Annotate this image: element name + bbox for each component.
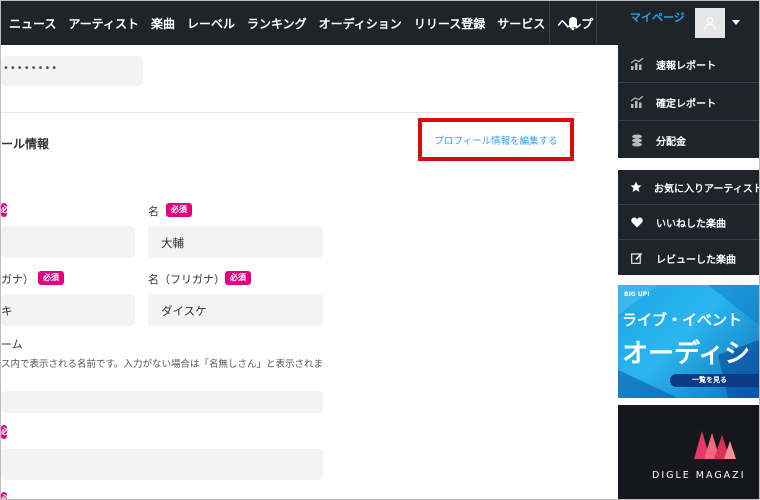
edit-icon [630,251,644,265]
first-kana-label: 名（フリガナ） [148,273,225,286]
magazine-text: DIGLE MAGAZI [652,470,746,481]
nav-labels[interactable]: レーベル [187,15,235,32]
required-badge: 必須 [225,271,251,285]
sidebar-item-reviewed-songs[interactable]: レビューした楽曲 [618,239,759,276]
required-badge: 必須 [1,203,7,217]
nav-audition[interactable]: オーディション [319,15,402,32]
password-value: •••••••• [3,63,59,74]
mypage-link[interactable]: マイページ [630,9,685,25]
sidebar-item-label: いいねした楽曲 [656,219,726,230]
nickname-input[interactable] [1,391,323,413]
sidebar-item-label: 確定レポート [656,98,716,110]
sidebar-item-label: 分配金 [656,136,686,148]
chevron-down-icon[interactable] [732,20,740,25]
nav-songs[interactable]: 楽曲 [151,15,175,32]
section-title: ール情報 [1,137,50,151]
sidebar-item-label: レビューした楽曲 [656,254,736,266]
nav-ranking[interactable]: ランキング [247,15,307,32]
edit-profile-highlight: プロフィール情報を編集する [418,118,574,161]
sidebar-item-label: お気に入りアーティスト [654,183,760,195]
last-name-input[interactable] [1,226,135,258]
sidebar-item-label: 速報レポート [656,60,716,72]
last-kana-input[interactable] [1,294,135,326]
nav-artists[interactable]: アーティスト [68,15,139,32]
required-badge: 必須 [1,425,7,439]
sidebar-reports: 速報レポート 確定レポート 分配金 [618,45,759,158]
sidebar-item-final-report[interactable]: 確定レポート [618,82,759,121]
sidebar-item-flash-report[interactable]: 速報レポート [618,45,759,83]
first-name-label: 名 [148,205,159,218]
sidebar-favorites: お気に入りアーティスト いいねした楽曲 レビューした楽曲 [618,170,759,275]
banner-tag: BIG UP! [624,291,650,298]
sidebar-item-distribution[interactable]: 分配金 [618,120,759,159]
nickname-label: ーム [1,338,23,351]
chart-icon [630,95,644,109]
star-icon [630,180,642,194]
coins-icon [630,133,644,147]
sidebar-item-favorite-artists[interactable]: お気に入りアーティスト [618,170,759,204]
nav-menu: ニュース アーティスト 楽曲 レーベル ランキング オーディション リリース登録… [9,1,593,45]
page: ニュース アーティスト 楽曲 レーベル ランキング オーディション リリース登録… [0,0,760,500]
chart-icon [630,57,644,71]
avatar[interactable] [695,8,725,38]
text-input[interactable] [1,449,323,480]
last-kana-value: キ [1,304,13,318]
top-nav: ニュース アーティスト 楽曲 レーベル ランキング オーディション リリース登録… [1,1,759,45]
sidebar-item-liked-songs[interactable]: いいねした楽曲 [618,204,759,240]
first-kana-value: ダイスケ [161,304,207,318]
first-name-value: 大輔 [161,236,184,250]
nav-release[interactable]: リリース登録 [414,15,485,32]
heart-icon [630,216,644,230]
required-badge: 必須 [38,271,64,285]
last-kana-label: ガナ） [1,273,34,286]
magazine-banner[interactable]: DIGLE MAGAZI [618,405,759,499]
nickname-hint: ス内で表示される名前です。入力がない場合は「名無しさん」と表示されま [1,359,324,370]
required-badge: 必須 [166,203,192,217]
audition-banner[interactable]: BIG UP! ライブ・イベント オーディシ 一覧を見る [618,285,759,398]
view-list-button[interactable]: 一覧を見る [670,374,759,387]
edit-profile-link[interactable]: プロフィール情報を編集する [434,133,557,147]
user-icon [704,17,716,30]
bell-icon [567,16,579,30]
banner-line1: ライブ・イベント [622,311,743,329]
notification-button[interactable] [549,1,597,45]
magazine-logo-icon [694,431,736,459]
required-badge: 必須 [1,492,7,499]
banner-line2: オーディシ [622,339,751,369]
nav-news[interactable]: ニュース [9,15,56,32]
section-divider [1,112,581,113]
nav-services[interactable]: サービス [497,15,545,32]
